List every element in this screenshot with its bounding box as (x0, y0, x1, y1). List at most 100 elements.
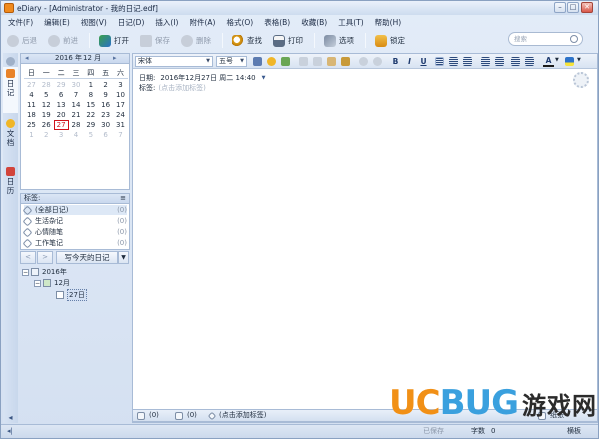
find-button[interactable]: 查找 (232, 34, 262, 47)
tag-item-mood[interactable]: 心情随笔 (0) (22, 227, 127, 237)
align-right-icon[interactable] (463, 57, 472, 66)
outdent-icon[interactable] (511, 57, 520, 66)
calendar-day[interactable]: 1 (83, 80, 98, 90)
menu-edit[interactable]: 编辑(E) (44, 17, 70, 28)
calendar-day[interactable]: 20 (54, 110, 69, 120)
minimize-button[interactable]: – (554, 2, 566, 13)
menu-diary[interactable]: 日记(D) (118, 17, 145, 28)
redo-icon[interactable] (373, 57, 382, 66)
calendar-day[interactable]: 6 (54, 90, 69, 100)
calendar-day[interactable]: 21 (69, 110, 84, 120)
maximize-button[interactable]: □ (567, 2, 579, 13)
tags-menu-icon[interactable]: ≡ (120, 194, 126, 203)
calendar-day[interactable]: 27 (24, 80, 39, 90)
next-month-icon[interactable]: ▸ (113, 54, 117, 63)
search-icon[interactable] (570, 35, 578, 43)
open-button[interactable]: 打开 (99, 34, 129, 47)
tree-node-year[interactable]: − 2016年 (22, 267, 67, 277)
calendar-day[interactable]: 31 (113, 120, 128, 130)
bullet-list-icon[interactable] (495, 57, 504, 66)
calendar-day[interactable]: 26 (39, 120, 54, 130)
tag-item-all[interactable]: (全部日记) (0) (22, 205, 127, 215)
numbered-list-icon[interactable] (481, 57, 490, 66)
align-center-icon[interactable] (449, 57, 458, 66)
menu-view[interactable]: 视图(V) (81, 17, 107, 28)
settings-tab-icon[interactable] (3, 55, 18, 67)
tree-node-month[interactable]: − 12月 (34, 278, 70, 288)
tree-node-day[interactable]: 27日 (56, 289, 87, 301)
calendar-day[interactable]: 4 (24, 90, 39, 100)
paste-icon[interactable] (327, 57, 336, 66)
calendar-day[interactable]: 25 (24, 120, 39, 130)
tab-docs[interactable]: 文档 (3, 117, 18, 163)
format-painter-icon[interactable] (341, 57, 350, 66)
date-value[interactable]: 2016年12月27日 周二 14:40 (160, 73, 255, 83)
menu-help[interactable]: 帮助(H) (375, 17, 402, 28)
insert-table-icon[interactable] (281, 57, 290, 66)
landscape-toggle[interactable]: 横板 (567, 425, 581, 438)
calendar-day[interactable]: 5 (83, 130, 98, 140)
write-today-dropdown[interactable]: ▼ (118, 251, 129, 264)
calendar-day[interactable]: 28 (69, 120, 84, 130)
attachments-indicator[interactable]: (0) (137, 410, 159, 421)
calendar-day[interactable]: 22 (83, 110, 98, 120)
search-input[interactable]: 搜索 (508, 32, 583, 46)
calendar-day[interactable]: 10 (113, 90, 128, 100)
chevron-down-icon[interactable]: ▼ (555, 57, 559, 63)
underline-button[interactable]: U (418, 56, 429, 67)
calendar-day[interactable]: 11 (24, 100, 39, 110)
back-button[interactable]: 后退 (7, 34, 37, 47)
tab-diary[interactable]: 日记 (3, 67, 18, 113)
weather-icon[interactable] (573, 72, 589, 88)
delete-button[interactable]: 删除 (181, 34, 211, 47)
calendar-day[interactable]: 12 (39, 100, 54, 110)
lock-button[interactable]: 锁定 (375, 34, 405, 47)
calendar-day[interactable]: 16 (98, 100, 113, 110)
close-button[interactable]: ✕ (581, 2, 593, 13)
calendar-day[interactable]: 27 (53, 120, 69, 130)
calendar-day[interactable]: 2 (98, 80, 113, 90)
calendar-day[interactable]: 5 (39, 90, 54, 100)
calendar-day[interactable]: 17 (113, 100, 128, 110)
calendar-day[interactable]: 7 (69, 90, 84, 100)
calendar-day[interactable]: 9 (98, 90, 113, 100)
menu-table[interactable]: 表格(B) (264, 17, 290, 28)
calendar-day[interactable]: 29 (83, 120, 98, 130)
calendar-day[interactable]: 7 (113, 130, 128, 140)
tab-calendar[interactable]: 日历 (3, 165, 18, 211)
undo-icon[interactable] (359, 57, 368, 66)
calendar-day[interactable]: 14 (69, 100, 84, 110)
collapse-left-icon[interactable]: ◂| (7, 425, 13, 438)
calendar-day[interactable]: 2 (39, 130, 54, 140)
menu-attachment[interactable]: 附件(A) (189, 17, 215, 28)
copy-icon[interactable] (313, 57, 322, 66)
highlight-icon[interactable] (565, 57, 574, 66)
cut-icon[interactable] (299, 57, 308, 66)
forward-button[interactable]: 前进 (48, 34, 78, 47)
calendar-day[interactable]: 28 (39, 80, 54, 90)
menu-tools[interactable]: 工具(T) (338, 17, 363, 28)
insert-image-icon[interactable] (253, 57, 262, 66)
expand-toggle[interactable]: − (34, 279, 41, 287)
calendar-day[interactable]: 23 (98, 110, 113, 120)
collapse-panel-button[interactable]: ◂ (3, 413, 18, 422)
tag-item-work[interactable]: 工作笔记 (0) (22, 238, 127, 248)
calendar-day[interactable]: 30 (98, 120, 113, 130)
font-size-select[interactable]: 五号 ▼ (216, 56, 247, 67)
calendar-day[interactable]: 8 (83, 90, 98, 100)
bold-button[interactable]: B (390, 56, 401, 67)
calendar-day[interactable]: 29 (54, 80, 69, 90)
calendar-day[interactable]: 3 (113, 80, 128, 90)
tag-item-life[interactable]: 生活杂记 (0) (22, 216, 127, 226)
prev-entry-button[interactable]: < (20, 251, 36, 264)
write-today-button[interactable]: 写今天的日记 (56, 251, 118, 264)
align-left-icon[interactable] (435, 57, 444, 66)
menu-favorites[interactable]: 收藏(B) (301, 17, 327, 28)
menu-file[interactable]: 文件(F) (8, 17, 33, 28)
calendar-day[interactable]: 13 (54, 100, 69, 110)
prev-month-icon[interactable]: ◂ (25, 54, 29, 63)
emoticon-icon[interactable] (267, 57, 276, 66)
status-tag-indicator[interactable]: (点击添加标签) (207, 410, 266, 421)
print-button[interactable]: 打印 (273, 34, 303, 47)
calendar-day[interactable]: 4 (69, 130, 84, 140)
